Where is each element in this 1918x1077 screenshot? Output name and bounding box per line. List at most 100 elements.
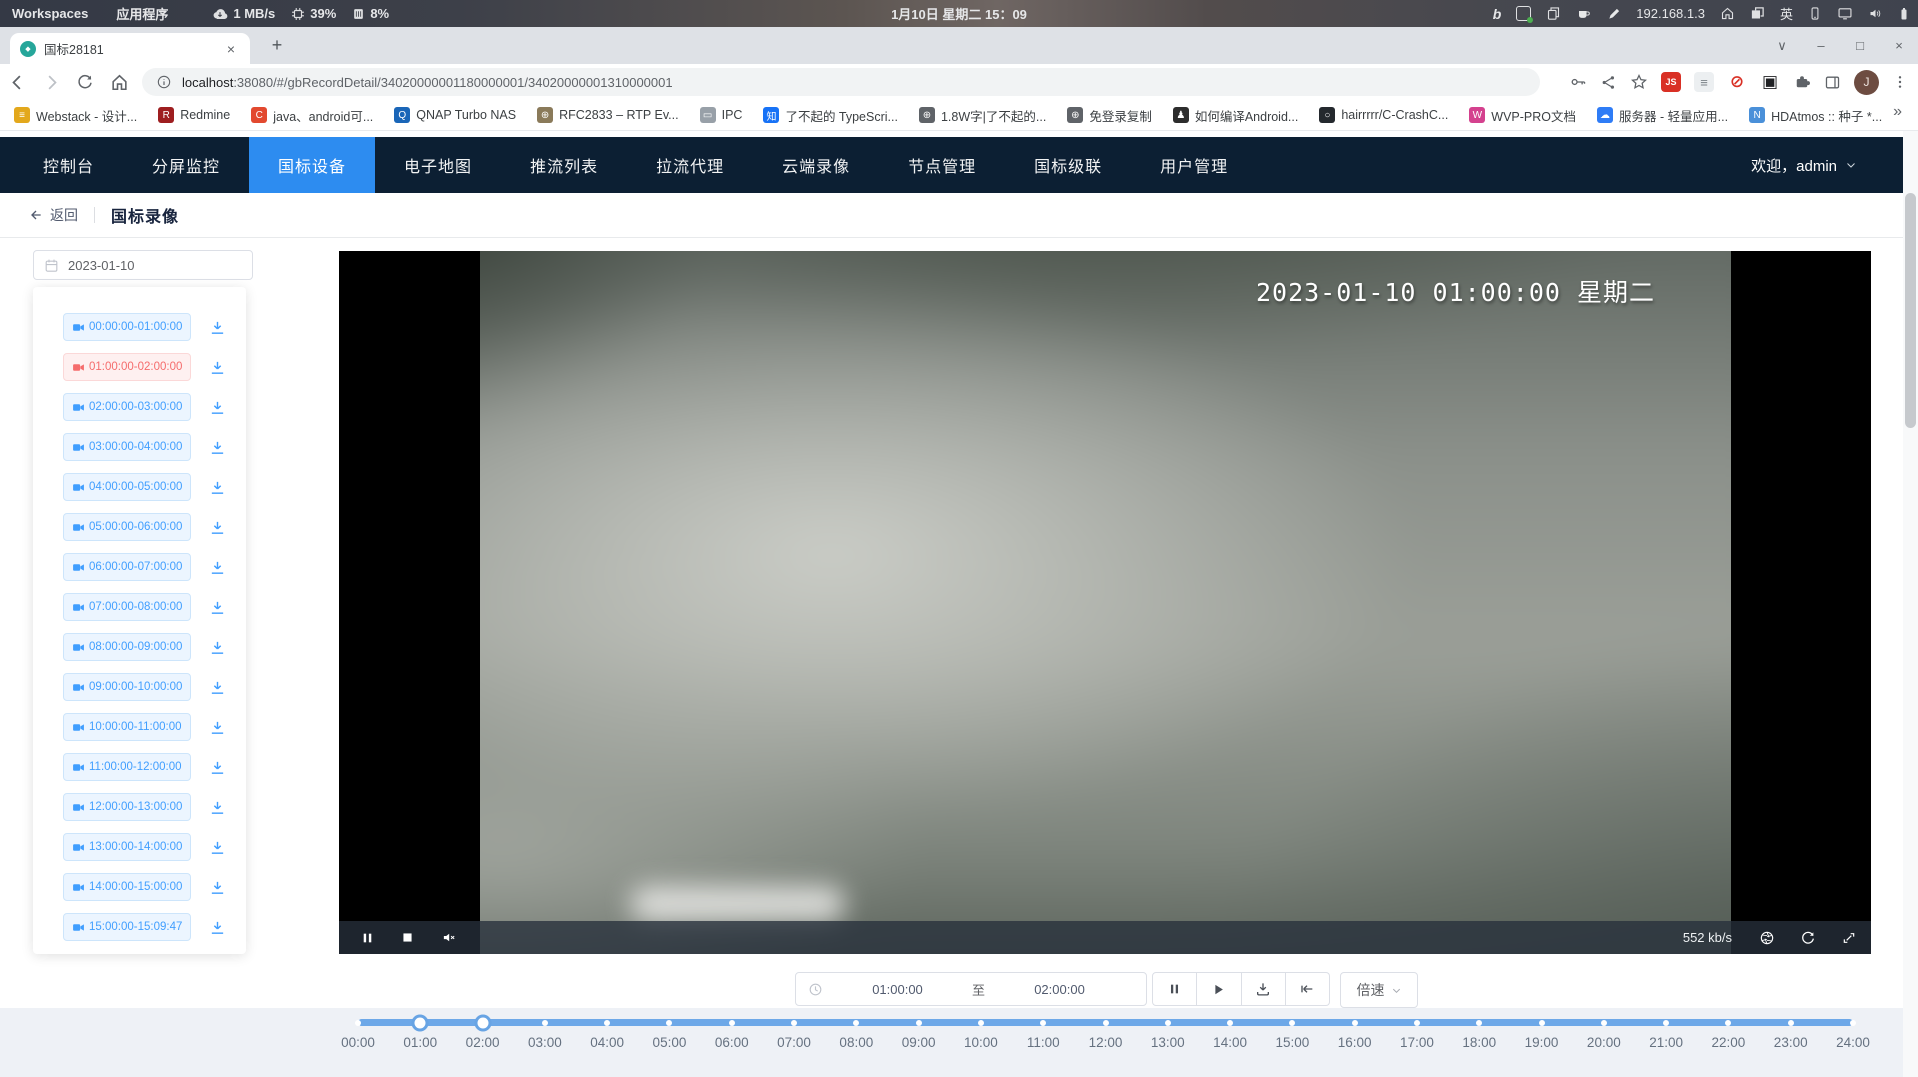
home-tray-icon[interactable] <box>1720 6 1735 21</box>
nav-tab[interactable]: 用户管理 <box>1131 137 1257 193</box>
pause-icon[interactable] <box>361 931 374 945</box>
close-window-button[interactable]: × <box>1892 38 1906 53</box>
display-icon[interactable] <box>1837 6 1853 21</box>
recording-segment-button[interactable]: 00:00:00-01:00:00 <box>63 313 191 341</box>
volume-icon[interactable] <box>1868 6 1883 21</box>
recording-segment-button[interactable]: 15:00:00-15:09:47 <box>63 913 191 941</box>
extension-icon[interactable]: ⊘ <box>1727 72 1747 92</box>
date-picker[interactable]: 2023-01-10 <box>33 250 253 280</box>
maximize-button[interactable]: □ <box>1853 38 1867 53</box>
download-recording-button[interactable] <box>209 717 229 737</box>
recording-segment-button[interactable]: 10:00:00-11:00:00 <box>63 713 191 741</box>
back-icon[interactable] <box>0 73 34 92</box>
download-button[interactable] <box>1242 972 1286 1006</box>
extension-icon[interactable]: ▣ <box>1760 72 1780 92</box>
download-recording-button[interactable] <box>209 517 229 537</box>
pause-button[interactable] <box>1152 972 1197 1006</box>
applications-button[interactable]: 应用程序 <box>116 4 168 23</box>
extensions-puzzle-icon[interactable] <box>1793 73 1811 91</box>
recording-segment-button[interactable]: 05:00:00-06:00:00 <box>63 513 191 541</box>
bookmark[interactable]: 知 了不起的 TypeScri... <box>763 106 898 125</box>
home-icon[interactable] <box>102 73 136 92</box>
clipboard-copy-icon[interactable] <box>1546 6 1561 21</box>
download-recording-button[interactable] <box>209 437 229 457</box>
back-button[interactable]: 返回 <box>28 205 78 225</box>
minimize-button[interactable]: – <box>1814 38 1828 53</box>
nav-tab[interactable]: 控制台 <box>14 137 123 193</box>
nav-tab[interactable]: 电子地图 <box>375 137 501 193</box>
download-recording-button[interactable] <box>209 917 229 937</box>
color-picker-icon[interactable] <box>1607 7 1621 21</box>
recording-segment-button[interactable]: 06:00:00-07:00:00 <box>63 553 191 581</box>
download-recording-button[interactable] <box>209 677 229 697</box>
browser-menu-icon[interactable] <box>1892 74 1908 90</box>
download-recording-button[interactable] <box>209 357 229 377</box>
bookmark[interactable]: ☁ 服务器 - 轻量应用... <box>1597 106 1728 125</box>
side-panel-icon[interactable] <box>1824 74 1841 91</box>
refresh-icon[interactable] <box>1800 930 1816 946</box>
start-time-value[interactable]: 01:00:00 <box>823 982 972 997</box>
playback-speed-dropdown[interactable]: 倍速 <box>1340 972 1418 1008</box>
window-switcher-icon[interactable] <box>1750 6 1765 21</box>
download-recording-button[interactable] <box>209 597 229 617</box>
url-field[interactable]: localhost:38080/#/gbRecordDetail/3402000… <box>142 68 1540 96</box>
phone-link-icon[interactable] <box>1808 6 1822 21</box>
stop-icon[interactable] <box>401 931 414 944</box>
forward-icon[interactable] <box>34 73 68 92</box>
end-time-value[interactable]: 02:00:00 <box>985 982 1134 997</box>
reload-icon[interactable] <box>68 73 102 91</box>
seek-to-start-button[interactable] <box>1286 972 1330 1006</box>
download-recording-button[interactable] <box>209 797 229 817</box>
snapshot-shutter-icon[interactable] <box>1759 930 1775 946</box>
browser-tab[interactable]: ◆ 国标28181 × <box>10 33 250 64</box>
timeline-handle[interactable] <box>474 1014 491 1031</box>
bookmark[interactable]: N HDAtmos :: 种子 *... <box>1749 106 1882 125</box>
workspaces-button[interactable]: Workspaces <box>12 6 88 21</box>
download-recording-button[interactable] <box>209 397 229 417</box>
new-tab-button[interactable]: + <box>264 32 290 58</box>
profile-avatar[interactable]: J <box>1854 70 1879 95</box>
video-player[interactable]: 2023-01-10 01:00:00 星期二 552 kb/s <box>339 251 1871 954</box>
nav-tab[interactable]: 国标设备 <box>249 137 375 193</box>
recording-segment-button[interactable]: 04:00:00-05:00:00 <box>63 473 191 501</box>
bookmark[interactable]: R Redmine <box>158 107 230 123</box>
bookmark[interactable]: ▭ IPC <box>700 107 743 123</box>
nav-tab[interactable]: 推流列表 <box>501 137 627 193</box>
user-menu[interactable]: 欢迎，admin <box>1751 155 1857 176</box>
recording-segment-button[interactable]: 12:00:00-13:00:00 <box>63 793 191 821</box>
bookmark[interactable]: ⊕ RFC2833 – RTP Ev... <box>537 107 679 123</box>
play-button[interactable] <box>1197 972 1241 1006</box>
nav-tab[interactable]: 节点管理 <box>879 137 1005 193</box>
extension-icon[interactable]: ≡ <box>1694 72 1714 92</box>
recording-segment-button[interactable]: 08:00:00-09:00:00 <box>63 633 191 661</box>
recording-segment-button[interactable]: 03:00:00-04:00:00 <box>63 433 191 461</box>
bookmark[interactable]: ○ hairrrrr/C-CrashC... <box>1319 107 1448 123</box>
download-recording-button[interactable] <box>209 557 229 577</box>
nav-tab[interactable]: 国标级联 <box>1005 137 1131 193</box>
mute-icon[interactable] <box>441 930 458 945</box>
bookmarks-overflow-icon[interactable]: » <box>1893 103 1902 121</box>
battery-icon[interactable] <box>1898 6 1910 22</box>
timeline-track[interactable] <box>358 1019 1853 1026</box>
coffee-tray-icon[interactable] <box>1576 6 1592 21</box>
bookmark-star-icon[interactable] <box>1630 73 1648 91</box>
recording-segment-button[interactable]: 09:00:00-10:00:00 <box>63 673 191 701</box>
nav-tab[interactable]: 拉流代理 <box>627 137 753 193</box>
download-recording-button[interactable] <box>209 477 229 497</box>
scrollbar-thumb[interactable] <box>1905 193 1916 428</box>
recording-segment-button[interactable]: 13:00:00-14:00:00 <box>63 833 191 861</box>
bookmark[interactable]: ≡ Webstack - 设计... <box>14 106 137 125</box>
download-recording-button[interactable] <box>209 757 229 777</box>
download-recording-button[interactable] <box>209 317 229 337</box>
nav-tab[interactable]: 云端录像 <box>753 137 879 193</box>
download-recording-button[interactable] <box>209 637 229 657</box>
tab-search-icon[interactable]: ∨ <box>1775 38 1789 54</box>
app-indicator-icon[interactable] <box>1516 6 1531 21</box>
ip-address-indicator[interactable]: 192.168.1.3 <box>1636 6 1705 21</box>
bookmark[interactable]: ⊕ 1.8W字|了不起的... <box>919 106 1046 125</box>
bing-tray-icon[interactable]: b <box>1493 6 1502 22</box>
input-method-indicator[interactable]: 英 <box>1780 4 1793 23</box>
time-range-input[interactable]: 01:00:00 至 02:00:00 <box>795 972 1147 1006</box>
share-icon[interactable] <box>1600 74 1617 91</box>
download-recording-button[interactable] <box>209 877 229 897</box>
